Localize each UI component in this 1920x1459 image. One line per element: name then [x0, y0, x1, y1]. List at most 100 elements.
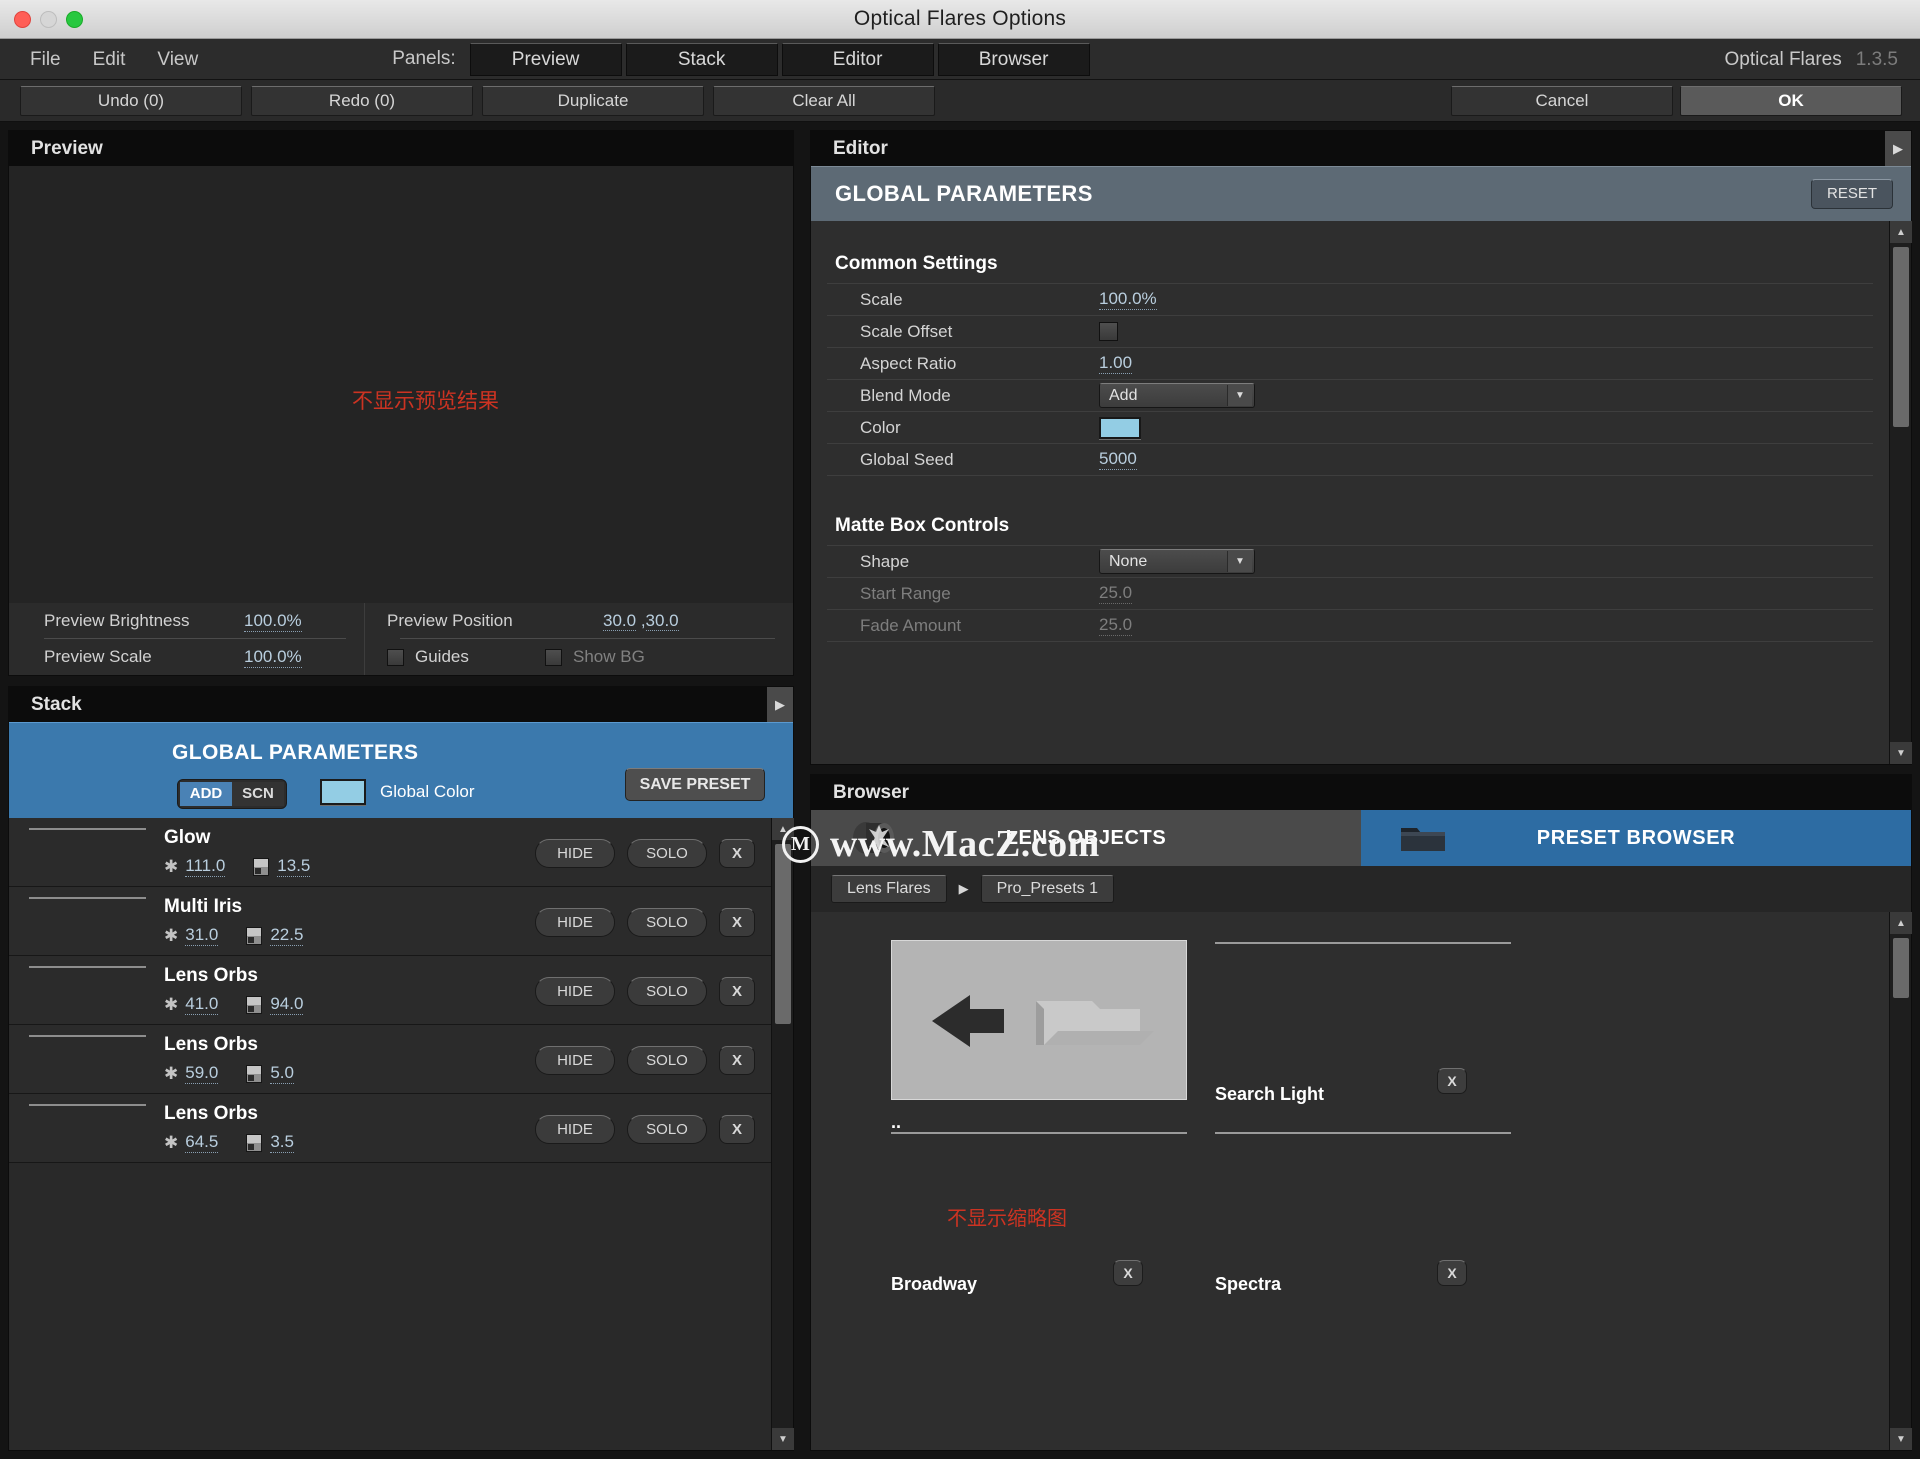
stack-row-size[interactable]: 94.0: [270, 994, 304, 1015]
ok-button[interactable]: OK: [1680, 85, 1902, 116]
parameter-dropdown[interactable]: Add ▼: [1099, 383, 1255, 408]
preview-scale-value[interactable]: 100.0%: [244, 647, 302, 668]
editor-scrollbar[interactable]: ▲ ▼: [1889, 221, 1912, 764]
preset-grid[interactable]: .. Search Light X Broadway X 不显示缩略图 Spec…: [811, 912, 1889, 1450]
stack-scroll-down-icon[interactable]: ▼: [772, 1428, 794, 1450]
browser-scroll-up-icon[interactable]: ▲: [1890, 912, 1912, 934]
parameter-dropdown[interactable]: None ▼: [1099, 549, 1255, 574]
save-preset-button[interactable]: SAVE PRESET: [625, 768, 765, 801]
menu-edit[interactable]: Edit: [77, 39, 142, 80]
remove-layer-button[interactable]: X: [719, 977, 755, 1006]
solo-button[interactable]: SOLO: [627, 977, 707, 1006]
stack-row[interactable]: Lens Orbs ✱ 64.5 3.5 HIDE SOLO X: [9, 1094, 771, 1163]
preview-position-y[interactable]: 30.0: [645, 611, 679, 631]
editor-scroll-up-icon[interactable]: ▲: [1890, 221, 1912, 243]
breadcrumb-pro-presets-1[interactable]: Pro_Presets 1: [980, 875, 1114, 903]
clear-all-button[interactable]: Clear All: [713, 85, 935, 116]
maximize-window-button[interactable]: [66, 11, 83, 28]
menu-view[interactable]: View: [141, 39, 214, 80]
stack-row-size[interactable]: 3.5: [270, 1132, 294, 1153]
browser-scroll-down-icon[interactable]: ▼: [1890, 1428, 1912, 1450]
cancel-button[interactable]: Cancel: [1451, 85, 1673, 116]
remove-layer-button[interactable]: X: [719, 839, 755, 868]
redo-button[interactable]: Redo (0): [251, 85, 473, 116]
browser-scroll-thumb[interactable]: [1893, 938, 1909, 998]
parameter-value[interactable]: 1.00: [1099, 353, 1133, 374]
tab-editor[interactable]: Editor: [781, 42, 934, 76]
stack-row[interactable]: Lens Orbs ✱ 59.0 5.0 HIDE SOLO X: [9, 1025, 771, 1094]
browser-scrollbar[interactable]: ▲ ▼: [1889, 912, 1912, 1450]
preset-delete-button[interactable]: X: [1113, 1260, 1143, 1286]
remove-layer-button[interactable]: X: [719, 908, 755, 937]
chevron-down-icon[interactable]: ▼: [1227, 551, 1252, 572]
tab-stack[interactable]: Stack: [625, 42, 778, 76]
tab-preset-browser[interactable]: PRESET BROWSER: [1361, 810, 1911, 866]
reset-button[interactable]: RESET: [1811, 179, 1893, 209]
stack-row[interactable]: Lens Orbs ✱ 41.0 94.0 HIDE SOLO X: [9, 956, 771, 1025]
stack-scrollbar[interactable]: ▲ ▼: [771, 818, 794, 1450]
editor-scroll-down-icon[interactable]: ▼: [1890, 742, 1912, 764]
global-color-swatch[interactable]: [320, 779, 366, 805]
editor-parameter-list[interactable]: Common Settings Scale 100.0% Scale Offset As…: [811, 221, 1889, 764]
stack-row-brightness[interactable]: 59.0: [185, 1063, 219, 1084]
close-window-button[interactable]: [14, 11, 31, 28]
preview-canvas[interactable]: 不显示预览结果: [9, 166, 793, 603]
stack-item-list[interactable]: Glow ✱ 111.0 13.5 HIDE SOLO X Multi Iris ✱ 31.0 22…: [9, 818, 771, 1450]
breadcrumb-lens-flares[interactable]: Lens Flares: [831, 875, 947, 903]
stack-row-brightness[interactable]: 41.0: [185, 994, 219, 1015]
show-bg-checkbox[interactable]: [545, 648, 562, 666]
menu-file[interactable]: File: [14, 39, 77, 80]
stack-global-parameters-bar[interactable]: GLOBAL PARAMETERS ADD SCN Global Color S…: [9, 722, 793, 818]
preset-cell-spectra[interactable]: Spectra X: [1215, 1132, 1511, 1295]
stack-row-size[interactable]: 5.0: [270, 1063, 294, 1084]
stack-expand-arrow-icon[interactable]: ▶: [767, 687, 793, 722]
tab-browser[interactable]: Browser: [937, 42, 1090, 76]
hide-button[interactable]: HIDE: [535, 977, 615, 1006]
stack-row-size[interactable]: 13.5: [277, 856, 311, 877]
remove-layer-button[interactable]: X: [719, 1115, 755, 1144]
solo-button[interactable]: SOLO: [627, 839, 707, 868]
parameter-value[interactable]: 5000: [1099, 449, 1137, 470]
stack-row-brightness[interactable]: 64.5: [185, 1132, 219, 1153]
stack-scroll-up-icon[interactable]: ▲: [772, 818, 794, 840]
editor-scroll-thumb[interactable]: [1893, 247, 1909, 427]
tab-preview[interactable]: Preview: [469, 42, 622, 76]
hide-button[interactable]: HIDE: [535, 1046, 615, 1075]
parameter-checkbox[interactable]: [1099, 322, 1118, 341]
preset-delete-button[interactable]: X: [1437, 1260, 1467, 1286]
chevron-down-icon[interactable]: ▼: [1227, 385, 1252, 406]
preset-cell-search-light[interactable]: Search Light X: [1215, 940, 1511, 1105]
stack-row-brightness[interactable]: 31.0: [185, 925, 219, 946]
preset-cell-broadway[interactable]: Broadway X 不显示缩略图: [891, 1132, 1187, 1295]
preview-position-values[interactable]: 30.0 ,30.0: [603, 611, 679, 631]
preset-thumbnail[interactable]: [891, 940, 1187, 1100]
tab-lens-objects[interactable]: LENS OBJECTS: [811, 810, 1361, 866]
hide-button[interactable]: HIDE: [535, 839, 615, 868]
parameter-value[interactable]: 100.0%: [1099, 289, 1157, 310]
undo-button[interactable]: Undo (0): [20, 85, 242, 116]
preview-position-x[interactable]: 30.0: [603, 611, 637, 631]
parameter-color-swatch[interactable]: [1099, 416, 1141, 439]
hide-button[interactable]: HIDE: [535, 1115, 615, 1144]
add-mode-button[interactable]: ADD: [180, 782, 232, 806]
duplicate-button[interactable]: Duplicate: [482, 85, 704, 116]
solo-button[interactable]: SOLO: [627, 908, 707, 937]
parameter-value[interactable]: 25.0: [1099, 615, 1133, 636]
parameter-value[interactable]: 25.0: [1099, 583, 1133, 604]
preset-delete-button[interactable]: X: [1437, 1068, 1467, 1094]
preset-cell-parent[interactable]: ..: [891, 940, 1187, 1133]
remove-layer-button[interactable]: X: [719, 1046, 755, 1075]
stack-scroll-thumb[interactable]: [775, 844, 791, 1024]
preview-brightness-value[interactable]: 100.0%: [244, 611, 302, 632]
guides-checkbox[interactable]: [387, 648, 404, 666]
hide-button[interactable]: HIDE: [535, 908, 615, 937]
solo-button[interactable]: SOLO: [627, 1046, 707, 1075]
stack-row[interactable]: Multi Iris ✱ 31.0 22.5 HIDE SOLO X: [9, 887, 771, 956]
scn-mode-button[interactable]: SCN: [232, 782, 284, 806]
stack-row[interactable]: Glow ✱ 111.0 13.5 HIDE SOLO X: [9, 818, 771, 887]
stack-row-brightness[interactable]: 111.0: [185, 856, 226, 877]
minimize-window-button[interactable]: [40, 11, 57, 28]
stack-row-size[interactable]: 22.5: [270, 925, 304, 946]
solo-button[interactable]: SOLO: [627, 1115, 707, 1144]
editor-expand-arrow-icon[interactable]: ▶: [1885, 131, 1911, 166]
